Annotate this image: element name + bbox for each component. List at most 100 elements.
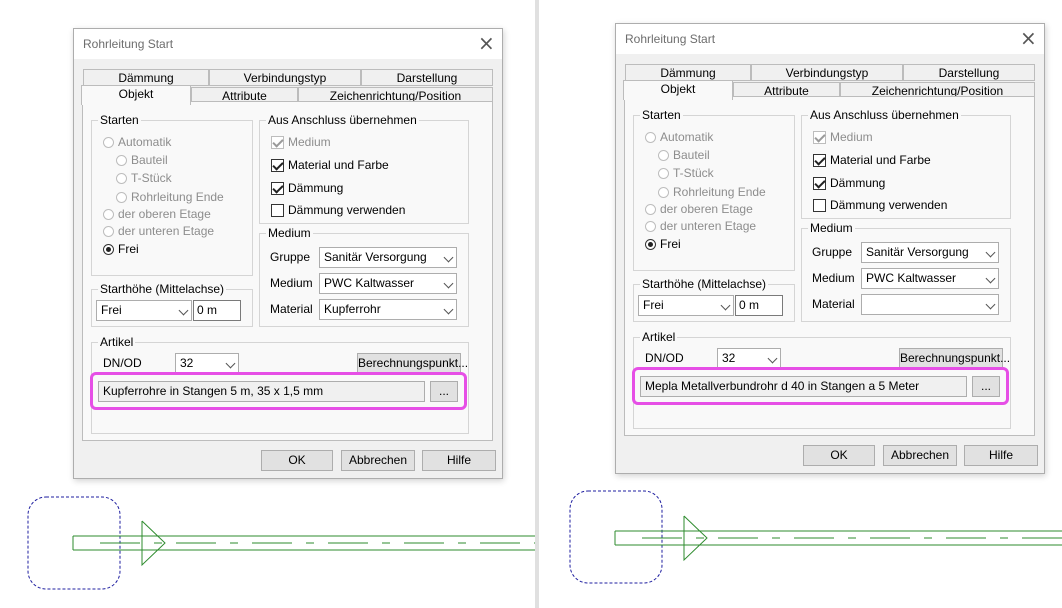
group-starthoehe-label: Starthöhe (Mittelachse) [640, 277, 769, 291]
checkbox-medium[interactable]: Medium [813, 130, 873, 144]
tab-objekt[interactable]: Objekt [623, 80, 733, 100]
radio-label: der unteren Etage [660, 219, 757, 233]
group-starten: Starten Automatik Bauteil T-Stück Rohrle… [633, 108, 795, 271]
radio-label: der oberen Etage [660, 202, 753, 216]
radio-circle [103, 208, 114, 220]
checkbox-label: Dämmung [830, 176, 886, 190]
checkbox-box [813, 153, 826, 167]
checkbox-label: Material und Farbe [830, 153, 931, 167]
group-starten-label: Starten [640, 108, 683, 122]
group-starten: Starten Automatik Bauteil T-Stück Rohrle… [91, 113, 253, 276]
checkbox-label: Dämmung verwenden [830, 198, 948, 212]
radio-obere-etage[interactable]: der oberen Etage [103, 207, 211, 221]
dropdown-value: Frei [643, 298, 664, 312]
checkbox-label: Material und Farbe [288, 158, 389, 172]
material-dropdown[interactable] [861, 294, 999, 315]
cad-pipe-drawing [569, 490, 1062, 584]
tab-daemmung[interactable]: Dämmung [83, 69, 209, 86]
checkbox-daemmung-verwenden[interactable]: Dämmung verwenden [813, 198, 947, 212]
radio-tstueck[interactable]: T-Stück [658, 166, 714, 180]
berechnungspunkt-button[interactable]: Berechnungspunkt... [357, 353, 468, 374]
radio-label: Frei [118, 242, 139, 256]
dnod-dropdown[interactable]: 32 [717, 348, 781, 369]
tab-verbindungstyp[interactable]: Verbindungstyp [209, 69, 361, 86]
dialog-titlebar[interactable]: Rohrleitung Start × [74, 29, 502, 59]
rohrleitung-start-dialog: Rohrleitung Start × Dämmung Verbindungst… [615, 23, 1045, 474]
dropdown-value: Frei [101, 303, 122, 317]
radio-label: der oberen Etage [118, 207, 211, 221]
radio-label: Frei [660, 237, 681, 251]
starthoehe-mode-dropdown[interactable]: Frei [638, 295, 734, 316]
gruppe-label: Gruppe [812, 245, 853, 259]
radio-circle [116, 154, 127, 166]
group-medium-label: Medium [808, 221, 855, 235]
checkbox-daemmung[interactable]: Dämmung [813, 176, 885, 190]
chevron-down-icon [443, 278, 454, 289]
right-screenshot: Rohrleitung Start × Dämmung Verbindungst… [539, 0, 1062, 608]
tab-page-objekt: Starten Automatik Bauteil T-Stück Rohrle… [82, 101, 493, 441]
radio-frei[interactable]: Frei [103, 242, 139, 256]
radio-bauteil[interactable]: Bauteil [658, 148, 710, 162]
dropdown-value: 32 [180, 356, 194, 370]
radio-label: Rohrleitung Ende [673, 185, 766, 199]
ok-button[interactable]: OK [261, 450, 333, 471]
radio-bauteil[interactable]: Bauteil [116, 153, 168, 167]
tab-darstellung[interactable]: Darstellung [361, 69, 493, 86]
abbrechen-button[interactable]: Abbrechen [883, 445, 957, 466]
radio-untere-etage[interactable]: der unteren Etage [103, 224, 214, 238]
tab-verbindungstyp[interactable]: Verbindungstyp [751, 64, 903, 81]
gruppe-dropdown[interactable]: Sanitär Versorgung [861, 242, 999, 263]
radio-rohrleitung-ende[interactable]: Rohrleitung Ende [658, 185, 766, 199]
medium-dropdown[interactable]: PWC Kaltwasser [861, 268, 999, 289]
radio-automatik[interactable]: Automatik [103, 135, 171, 149]
abbrechen-button[interactable]: Abbrechen [341, 450, 415, 471]
checkbox-medium[interactable]: Medium [271, 135, 331, 149]
dnod-dropdown[interactable]: 32 [175, 353, 239, 374]
checkbox-box [271, 158, 284, 172]
radio-circle [645, 131, 656, 143]
radio-circle [658, 149, 669, 161]
chevron-down-icon [985, 273, 996, 284]
radio-circle [645, 238, 656, 250]
group-starthoehe-label: Starthöhe (Mittelachse) [98, 282, 227, 296]
checkbox-box [813, 176, 826, 190]
cad-pipe-drawing [27, 496, 535, 590]
starthoehe-value-input[interactable]: 0 m [193, 300, 241, 321]
medium-label: Medium [270, 276, 313, 290]
tab-objekt[interactable]: Objekt [81, 85, 191, 105]
radio-circle [116, 191, 127, 203]
tab-daemmung[interactable]: Dämmung [625, 64, 751, 81]
radio-obere-etage[interactable]: der oberen Etage [645, 202, 753, 216]
tab-darstellung[interactable]: Darstellung [903, 64, 1035, 81]
checkbox-daemmung-verwenden[interactable]: Dämmung verwenden [271, 203, 405, 217]
close-icon[interactable]: × [478, 33, 495, 53]
radio-label: Bauteil [673, 148, 710, 162]
ok-button[interactable]: OK [803, 445, 875, 466]
checkbox-material-farbe[interactable]: Material und Farbe [813, 153, 931, 167]
radio-tstueck[interactable]: T-Stück [116, 171, 172, 185]
medium-label: Medium [812, 271, 855, 285]
radio-circle [103, 136, 114, 148]
radio-untere-etage[interactable]: der unteren Etage [645, 219, 756, 233]
material-dropdown[interactable]: Kupferrohr [319, 299, 457, 320]
starthoehe-mode-dropdown[interactable]: Frei [96, 300, 192, 321]
checkbox-box [271, 135, 284, 149]
hilfe-button[interactable]: Hilfe [422, 450, 496, 471]
hilfe-button[interactable]: Hilfe [964, 445, 1038, 466]
radio-rohrleitung-ende[interactable]: Rohrleitung Ende [116, 190, 224, 204]
checkbox-box [271, 203, 284, 217]
starthoehe-value-input[interactable]: 0 m [735, 295, 783, 316]
dropdown-value: 32 [722, 351, 736, 365]
close-icon[interactable]: × [1020, 28, 1037, 48]
radio-label: Bauteil [131, 153, 168, 167]
checkbox-daemmung[interactable]: Dämmung [271, 181, 343, 195]
checkbox-material-farbe[interactable]: Material und Farbe [271, 158, 389, 172]
berechnungspunkt-button[interactable]: Berechnungspunkt... [899, 348, 1010, 369]
dialog-titlebar[interactable]: Rohrleitung Start × [616, 24, 1044, 54]
gruppe-dropdown[interactable]: Sanitär Versorgung [319, 247, 457, 268]
radio-automatik[interactable]: Automatik [645, 130, 713, 144]
dropdown-value: PWC Kaltwasser [324, 276, 415, 290]
chevron-down-icon [720, 300, 731, 311]
radio-frei[interactable]: Frei [645, 237, 681, 251]
medium-dropdown[interactable]: PWC Kaltwasser [319, 273, 457, 294]
